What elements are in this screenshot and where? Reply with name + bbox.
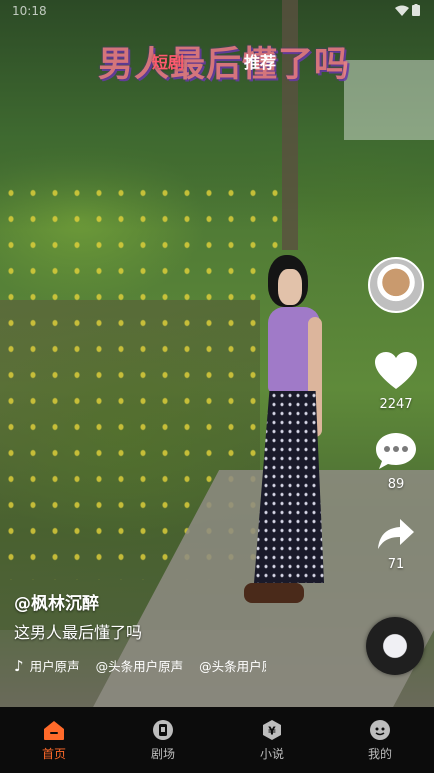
comment-button[interactable]: 89 <box>366 431 426 492</box>
wifi-icon <box>394 5 409 16</box>
like-button[interactable]: 2247 <box>366 351 426 412</box>
share-button[interactable]: 71 <box>366 517 426 572</box>
profile-icon <box>370 720 390 740</box>
svg-text:¥: ¥ <box>268 725 276 738</box>
music-label-1: 用户原声 <box>29 659 80 674</box>
nav-home[interactable]: 首页 <box>24 719 84 762</box>
comment-count: 89 <box>387 477 405 492</box>
top-tab-bar: 短剧 推荐 <box>0 49 434 73</box>
share-count: 71 <box>387 557 405 572</box>
comment-icon <box>376 433 416 469</box>
music-ticker[interactable]: ♪ 用户原声 @头条用户原声 @头条用户原 <box>14 656 266 676</box>
tab-recommend[interactable]: 推荐 <box>244 49 276 73</box>
status-time: 10:18 <box>12 4 47 18</box>
nav-novel-label: 小说 <box>259 747 284 761</box>
battery-icon <box>412 4 420 16</box>
home-icon <box>44 721 64 740</box>
nav-novel[interactable]: ¥ 小说 <box>242 719 302 762</box>
music-label-2: @头条用户原声 <box>95 659 184 674</box>
nav-mine-label: 我的 <box>367 747 392 761</box>
novel-icon: ¥ <box>263 720 281 740</box>
nav-theater[interactable]: 剧场 <box>133 719 193 762</box>
music-note-icon: ♪ <box>14 656 24 675</box>
music-disc[interactable] <box>366 617 424 675</box>
like-count: 2247 <box>379 397 413 412</box>
tab-short-drama[interactable]: 短剧 <box>152 49 184 73</box>
heart-icon <box>375 352 417 389</box>
share-icon <box>378 519 414 549</box>
nav-mine[interactable]: 我的 <box>350 719 410 762</box>
video-description: 这男人最后懂了吗 <box>14 623 143 642</box>
author-avatar[interactable] <box>368 257 424 313</box>
nav-home-label: 首页 <box>41 747 66 761</box>
woman-figure <box>240 255 340 615</box>
bottom-nav: 首页 剧场 ¥ 小说 我的 <box>0 707 434 773</box>
theater-icon <box>153 720 173 740</box>
nav-theater-label: 剧场 <box>150 747 175 761</box>
music-label-3: @头条用户原 <box>199 659 266 674</box>
status-icons <box>394 4 420 19</box>
author-name[interactable]: @枫林沉醉 <box>14 589 99 614</box>
